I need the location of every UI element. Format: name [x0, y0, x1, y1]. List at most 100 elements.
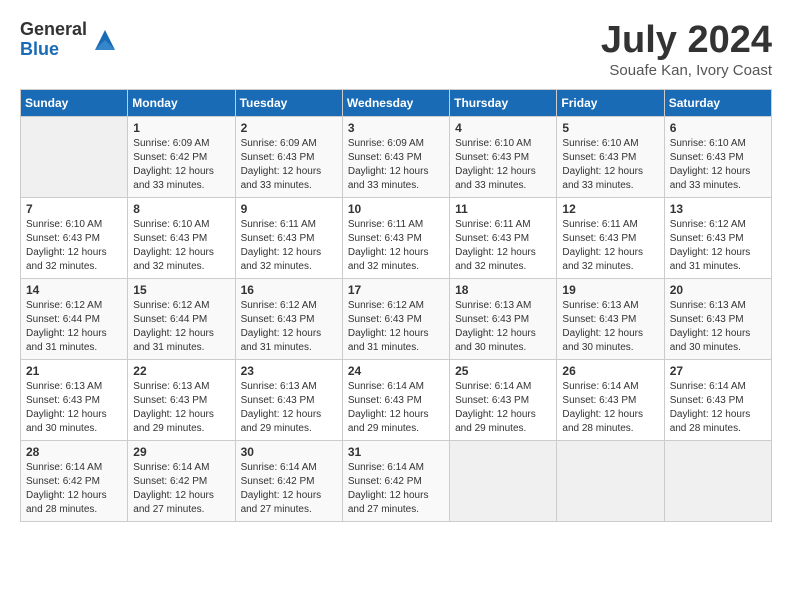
day-info: Sunrise: 6:12 AM Sunset: 6:44 PM Dayligh…: [133, 299, 229, 355]
day-of-week-header: Wednesday: [342, 89, 449, 116]
day-number: 9: [241, 202, 337, 216]
day-info: Sunrise: 6:13 AM Sunset: 6:43 PM Dayligh…: [562, 299, 658, 355]
month-title: July 2024: [601, 20, 772, 62]
calendar-week-row: 21 Sunrise: 6:13 AM Sunset: 6:43 PM Dayli…: [21, 359, 772, 440]
calendar-cell: 17 Sunrise: 6:12 AM Sunset: 6:43 PM Dayli…: [342, 278, 449, 359]
page-header: General Blue July 2024 Souafe Kan, Ivory…: [20, 20, 772, 79]
calendar-cell: 6 Sunrise: 6:10 AM Sunset: 6:43 PM Daylig…: [664, 116, 771, 197]
day-info: Sunrise: 6:11 AM Sunset: 6:43 PM Dayligh…: [348, 218, 444, 274]
calendar-cell: [557, 440, 664, 521]
day-number: 28: [26, 445, 122, 459]
calendar-header-row: SundayMondayTuesdayWednesdayThursdayFrid…: [21, 89, 772, 116]
day-number: 20: [670, 283, 766, 297]
calendar-cell: 21 Sunrise: 6:13 AM Sunset: 6:43 PM Dayli…: [21, 359, 128, 440]
day-info: Sunrise: 6:14 AM Sunset: 6:42 PM Dayligh…: [26, 461, 122, 517]
day-info: Sunrise: 6:10 AM Sunset: 6:43 PM Dayligh…: [670, 137, 766, 193]
day-of-week-header: Saturday: [664, 89, 771, 116]
day-of-week-header: Tuesday: [235, 89, 342, 116]
calendar-cell: [450, 440, 557, 521]
calendar-cell: 5 Sunrise: 6:10 AM Sunset: 6:43 PM Daylig…: [557, 116, 664, 197]
calendar-cell: 15 Sunrise: 6:12 AM Sunset: 6:44 PM Dayli…: [128, 278, 235, 359]
calendar-cell: 20 Sunrise: 6:13 AM Sunset: 6:43 PM Dayli…: [664, 278, 771, 359]
calendar-cell: 30Sunrise: 6:14 AM Sunset: 6:42 PM Dayli…: [235, 440, 342, 521]
day-info: Sunrise: 6:10 AM Sunset: 6:43 PM Dayligh…: [26, 218, 122, 274]
day-info: Sunrise: 6:14 AM Sunset: 6:43 PM Dayligh…: [670, 380, 766, 436]
day-number: 10: [348, 202, 444, 216]
calendar-table: SundayMondayTuesdayWednesdayThursdayFrid…: [20, 89, 772, 522]
logo-general-text: General: [20, 20, 87, 40]
day-number: 3: [348, 121, 444, 135]
day-number: 27: [670, 364, 766, 378]
day-number: 6: [670, 121, 766, 135]
day-info: Sunrise: 6:12 AM Sunset: 6:43 PM Dayligh…: [241, 299, 337, 355]
day-number: 23: [241, 364, 337, 378]
day-number: 17: [348, 283, 444, 297]
day-info: Sunrise: 6:12 AM Sunset: 6:43 PM Dayligh…: [348, 299, 444, 355]
calendar-cell: 8Sunrise: 6:10 AM Sunset: 6:43 PM Daylig…: [128, 197, 235, 278]
calendar-cell: 7 Sunrise: 6:10 AM Sunset: 6:43 PM Daylig…: [21, 197, 128, 278]
day-number: 25: [455, 364, 551, 378]
day-number: 14: [26, 283, 122, 297]
calendar-cell: 25 Sunrise: 6:14 AM Sunset: 6:43 PM Dayli…: [450, 359, 557, 440]
day-number: 29: [133, 445, 229, 459]
location-subtitle: Souafe Kan, Ivory Coast: [601, 62, 772, 79]
day-number: 19: [562, 283, 658, 297]
day-number: 31: [348, 445, 444, 459]
day-info: Sunrise: 6:13 AM Sunset: 6:43 PM Dayligh…: [455, 299, 551, 355]
day-info: Sunrise: 6:14 AM Sunset: 6:43 PM Dayligh…: [348, 380, 444, 436]
day-info: Sunrise: 6:11 AM Sunset: 6:43 PM Dayligh…: [562, 218, 658, 274]
day-info: Sunrise: 6:13 AM Sunset: 6:43 PM Dayligh…: [241, 380, 337, 436]
day-info: Sunrise: 6:12 AM Sunset: 6:43 PM Dayligh…: [670, 218, 766, 274]
day-number: 12: [562, 202, 658, 216]
day-number: 5: [562, 121, 658, 135]
day-info: Sunrise: 6:11 AM Sunset: 6:43 PM Dayligh…: [455, 218, 551, 274]
calendar-cell: 14 Sunrise: 6:12 AM Sunset: 6:44 PM Dayli…: [21, 278, 128, 359]
day-info: Sunrise: 6:13 AM Sunset: 6:43 PM Dayligh…: [133, 380, 229, 436]
calendar-cell: 1Sunrise: 6:09 AM Sunset: 6:42 PM Daylig…: [128, 116, 235, 197]
calendar-week-row: 7 Sunrise: 6:10 AM Sunset: 6:43 PM Daylig…: [21, 197, 772, 278]
day-number: 7: [26, 202, 122, 216]
day-info: Sunrise: 6:10 AM Sunset: 6:43 PM Dayligh…: [455, 137, 551, 193]
day-number: 13: [670, 202, 766, 216]
day-number: 21: [26, 364, 122, 378]
calendar-week-row: 14 Sunrise: 6:12 AM Sunset: 6:44 PM Dayli…: [21, 278, 772, 359]
calendar-cell: 3Sunrise: 6:09 AM Sunset: 6:43 PM Daylig…: [342, 116, 449, 197]
logo: General Blue: [20, 20, 119, 60]
logo-icon: [91, 26, 119, 54]
day-number: 16: [241, 283, 337, 297]
day-info: Sunrise: 6:13 AM Sunset: 6:43 PM Dayligh…: [670, 299, 766, 355]
calendar-cell: 13 Sunrise: 6:12 AM Sunset: 6:43 PM Dayli…: [664, 197, 771, 278]
day-number: 4: [455, 121, 551, 135]
day-info: Sunrise: 6:14 AM Sunset: 6:42 PM Dayligh…: [348, 461, 444, 517]
day-of-week-header: Monday: [128, 89, 235, 116]
calendar-cell: 23 Sunrise: 6:13 AM Sunset: 6:43 PM Dayli…: [235, 359, 342, 440]
calendar-cell: 24Sunrise: 6:14 AM Sunset: 6:43 PM Dayli…: [342, 359, 449, 440]
calendar-cell: 12 Sunrise: 6:11 AM Sunset: 6:43 PM Dayli…: [557, 197, 664, 278]
calendar-cell: 26Sunrise: 6:14 AM Sunset: 6:43 PM Dayli…: [557, 359, 664, 440]
calendar-cell: 31 Sunrise: 6:14 AM Sunset: 6:42 PM Dayli…: [342, 440, 449, 521]
day-of-week-header: Friday: [557, 89, 664, 116]
calendar-cell: 16 Sunrise: 6:12 AM Sunset: 6:43 PM Dayli…: [235, 278, 342, 359]
day-number: 22: [133, 364, 229, 378]
day-info: Sunrise: 6:12 AM Sunset: 6:44 PM Dayligh…: [26, 299, 122, 355]
day-info: Sunrise: 6:13 AM Sunset: 6:43 PM Dayligh…: [26, 380, 122, 436]
day-number: 30: [241, 445, 337, 459]
day-number: 18: [455, 283, 551, 297]
day-info: Sunrise: 6:14 AM Sunset: 6:43 PM Dayligh…: [562, 380, 658, 436]
calendar-cell: 29 Sunrise: 6:14 AM Sunset: 6:42 PM Dayli…: [128, 440, 235, 521]
day-info: Sunrise: 6:14 AM Sunset: 6:42 PM Dayligh…: [133, 461, 229, 517]
calendar-cell: 18 Sunrise: 6:13 AM Sunset: 6:43 PM Dayli…: [450, 278, 557, 359]
calendar-cell: 9 Sunrise: 6:11 AM Sunset: 6:43 PM Daylig…: [235, 197, 342, 278]
day-number: 15: [133, 283, 229, 297]
calendar-cell: 2 Sunrise: 6:09 AM Sunset: 6:43 PM Daylig…: [235, 116, 342, 197]
day-info: Sunrise: 6:10 AM Sunset: 6:43 PM Dayligh…: [562, 137, 658, 193]
calendar-cell: 10 Sunrise: 6:11 AM Sunset: 6:43 PM Dayli…: [342, 197, 449, 278]
day-number: 11: [455, 202, 551, 216]
calendar-cell: 28 Sunrise: 6:14 AM Sunset: 6:42 PM Dayli…: [21, 440, 128, 521]
calendar-week-row: 28 Sunrise: 6:14 AM Sunset: 6:42 PM Dayli…: [21, 440, 772, 521]
day-number: 2: [241, 121, 337, 135]
day-info: Sunrise: 6:09 AM Sunset: 6:43 PM Dayligh…: [241, 137, 337, 193]
day-info: Sunrise: 6:14 AM Sunset: 6:43 PM Dayligh…: [455, 380, 551, 436]
day-info: Sunrise: 6:11 AM Sunset: 6:43 PM Dayligh…: [241, 218, 337, 274]
logo-blue-text: Blue: [20, 40, 87, 60]
